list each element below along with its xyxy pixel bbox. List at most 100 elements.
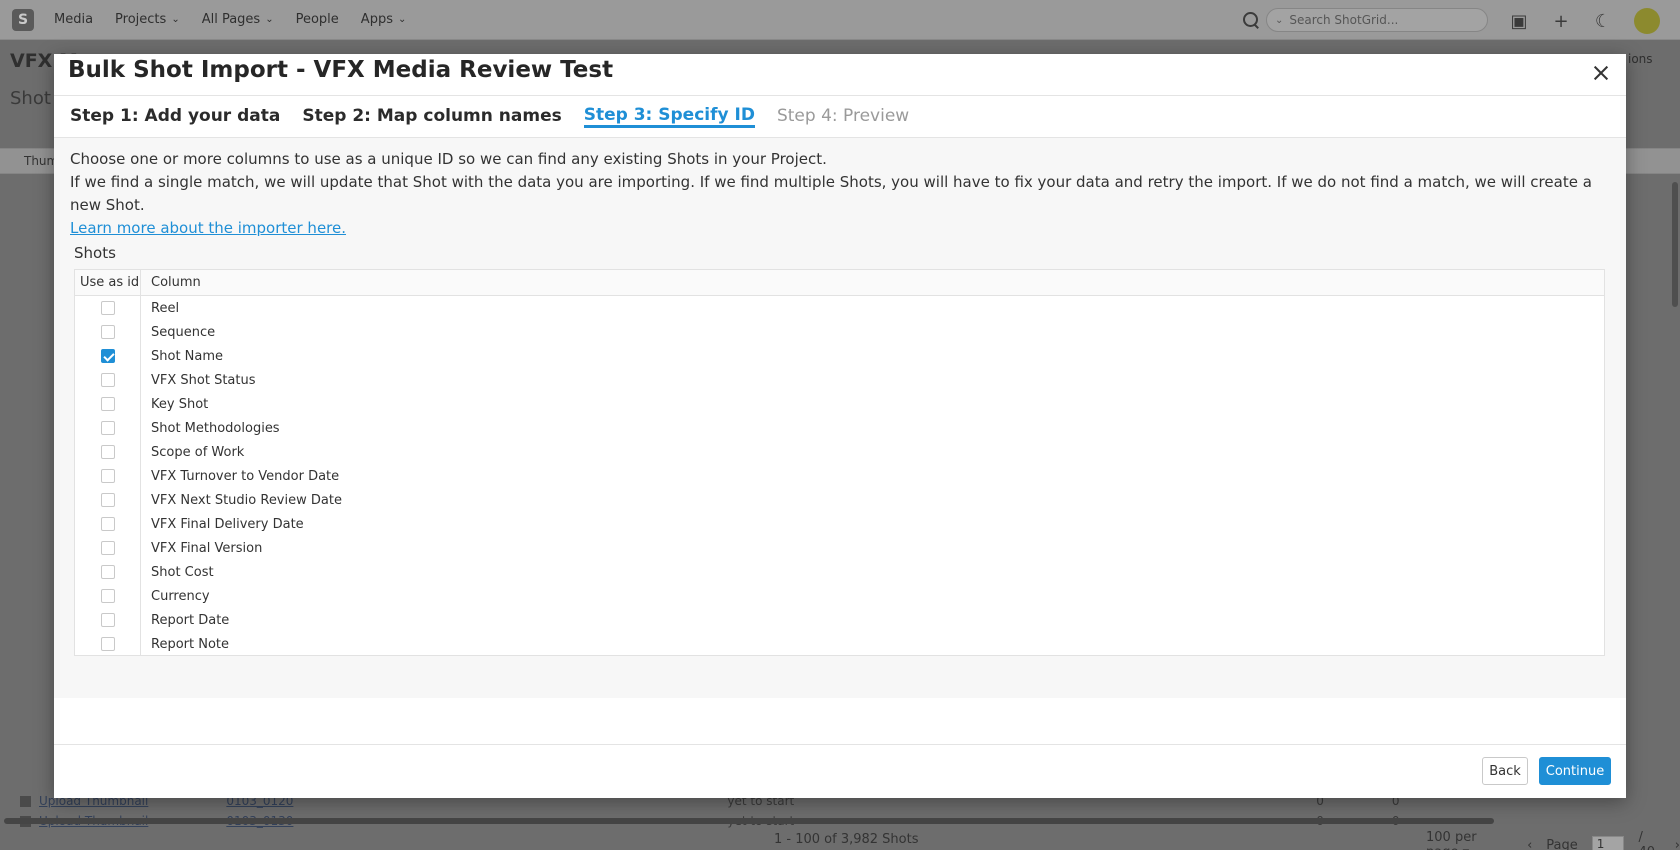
search-input[interactable]: ⌄ Search ShotGrid... [1266, 8, 1488, 32]
gift-icon[interactable]: ▣ [1508, 10, 1530, 32]
column-name: VFX Final Version [151, 540, 263, 556]
use-as-id-cell [75, 637, 141, 651]
table-body: Reel Sequence Shot Name VFX Shot Status Key … [75, 296, 1604, 656]
tab-step-3[interactable]: Step 3: Specify ID [583, 105, 755, 128]
nav-projects[interactable]: Projects ⌄ [115, 12, 180, 27]
chevron-down-icon: ⌄ [397, 14, 407, 25]
use-as-id-cell [75, 541, 141, 555]
chevron-down-icon: ⌄ [265, 14, 274, 25]
column-name: Shot Methodologies [151, 420, 280, 436]
image-icon [20, 795, 31, 807]
use-as-id-cell [75, 517, 141, 531]
use-as-id-checkbox[interactable] [101, 445, 115, 459]
shotgrid-logo-icon[interactable]: S [12, 8, 34, 31]
nav-all-pages-label: All Pages [201, 12, 261, 27]
prev-page-icon[interactable]: ‹ [1527, 838, 1532, 850]
column-name: Reel [151, 300, 180, 316]
table-row: Scope of Work [75, 440, 1604, 464]
tab-step-4: Step 4: Preview [776, 105, 910, 126]
vertical-scrollbar[interactable] [1672, 182, 1678, 307]
use-as-id-checkbox[interactable] [101, 397, 115, 411]
tab-step-1[interactable]: Step 1: Add your data [70, 106, 280, 128]
table-header: Use as id Column [75, 270, 1604, 296]
dialog-body: Choose one or more columns to use as a u… [54, 138, 1626, 698]
use-as-id-cell [75, 445, 141, 459]
column-name: Report Note [151, 636, 229, 652]
close-icon[interactable] [1588, 60, 1614, 86]
table-row: Currency [75, 584, 1604, 608]
top-right-icons: ▣ + ☾ [1508, 8, 1660, 34]
use-as-id-checkbox[interactable] [101, 637, 115, 651]
use-as-id-cell [75, 421, 141, 435]
pagination: 100 per page ▾ ‹ Page 1 / 40 › [1426, 830, 1680, 850]
table-row: Shot Name [75, 344, 1604, 368]
column-name: VFX Turnover to Vendor Date [151, 468, 340, 484]
use-as-id-checkbox[interactable] [101, 541, 115, 555]
nav-people[interactable]: People [296, 12, 339, 27]
use-as-id-header: Use as id [75, 270, 141, 295]
use-as-id-cell [75, 589, 141, 603]
use-as-id-cell [75, 469, 141, 483]
use-as-id-checkbox[interactable] [101, 517, 115, 531]
column-name: VFX Shot Status [151, 372, 256, 388]
table-row: Reel [75, 296, 1604, 320]
nav-media-label: Media [54, 12, 94, 27]
use-as-id-cell [75, 565, 141, 579]
column-name: Shot Cost [151, 564, 214, 580]
column-name: Shot Name [151, 348, 224, 364]
dialog-title: Bulk Shot Import - VFX Media Review Test [68, 57, 614, 83]
use-as-id-checkbox[interactable] [101, 301, 115, 315]
use-as-id-cell [75, 397, 141, 411]
use-as-id-checkbox[interactable] [101, 613, 115, 627]
next-page-icon[interactable]: › [1675, 838, 1680, 850]
page-number-input[interactable]: 1 [1591, 836, 1625, 850]
continue-button[interactable]: Continue [1539, 757, 1611, 785]
wizard-steps: Step 1: Add your data Step 2: Map column… [54, 96, 1626, 138]
use-as-id-checkbox[interactable] [101, 469, 115, 483]
entity-section-label: Shots [74, 244, 116, 262]
table-row: VFX Turnover to Vendor Date [75, 464, 1604, 488]
horizontal-scrollbar[interactable] [4, 818, 1494, 824]
intro-line-2: If we find a single match, we will updat… [70, 173, 1592, 214]
use-as-id-cell [75, 325, 141, 339]
use-as-id-checkbox[interactable] [101, 421, 115, 435]
dialog-header: Bulk Shot Import - VFX Media Review Test [54, 54, 1626, 96]
record-count: 1 - 100 of 3,982 Shots [774, 832, 919, 847]
column-name: VFX Next Studio Review Date [151, 492, 342, 508]
use-as-id-checkbox[interactable] [101, 349, 115, 363]
per-page-label: 100 per page [1426, 830, 1477, 850]
tab-step-2[interactable]: Step 2: Map column names [302, 106, 561, 128]
column-name: Sequence [151, 324, 216, 340]
nav-apps[interactable]: Apps ⌄ [361, 12, 407, 27]
learn-more-link[interactable]: Learn more about the importer here. [70, 219, 346, 237]
per-page-select[interactable]: 100 per page ▾ [1426, 830, 1513, 850]
use-as-id-checkbox[interactable] [101, 373, 115, 387]
avatar[interactable] [1634, 8, 1660, 34]
global-search: ⌄ Search ShotGrid... [1242, 8, 1488, 32]
page-label: Page [1546, 837, 1578, 850]
actions-menu-label[interactable]: ions [1628, 52, 1653, 66]
nav-projects-label: Projects [115, 12, 167, 27]
back-button[interactable]: Back [1482, 757, 1528, 785]
nav-media[interactable]: Media [54, 12, 93, 27]
use-as-id-checkbox[interactable] [101, 589, 115, 603]
table-row: Key Shot [75, 392, 1604, 416]
id-columns-table: Use as id Column Reel Sequence Shot Name VF… [74, 269, 1605, 656]
intro-line-1: Choose one or more columns to use as a u… [70, 150, 827, 168]
dialog-footer: Back Continue [54, 744, 1626, 798]
chevron-down-icon: ⌄ [171, 14, 180, 25]
table-row: VFX Final Delivery Date [75, 512, 1604, 536]
use-as-id-checkbox[interactable] [101, 325, 115, 339]
plus-icon[interactable]: + [1550, 10, 1572, 32]
nav-people-label: People [295, 12, 339, 27]
nav-all-pages[interactable]: All Pages ⌄ [202, 12, 274, 27]
page-title: Shot [10, 88, 51, 109]
column-header: Column [151, 275, 201, 290]
use-as-id-checkbox[interactable] [101, 493, 115, 507]
table-row: VFX Final Version [75, 536, 1604, 560]
chevron-down-icon[interactable]: ⌄ [1275, 15, 1283, 26]
search-icon[interactable] [1242, 11, 1260, 29]
moon-icon[interactable]: ☾ [1592, 10, 1614, 32]
use-as-id-checkbox[interactable] [101, 565, 115, 579]
use-as-id-cell [75, 301, 141, 315]
